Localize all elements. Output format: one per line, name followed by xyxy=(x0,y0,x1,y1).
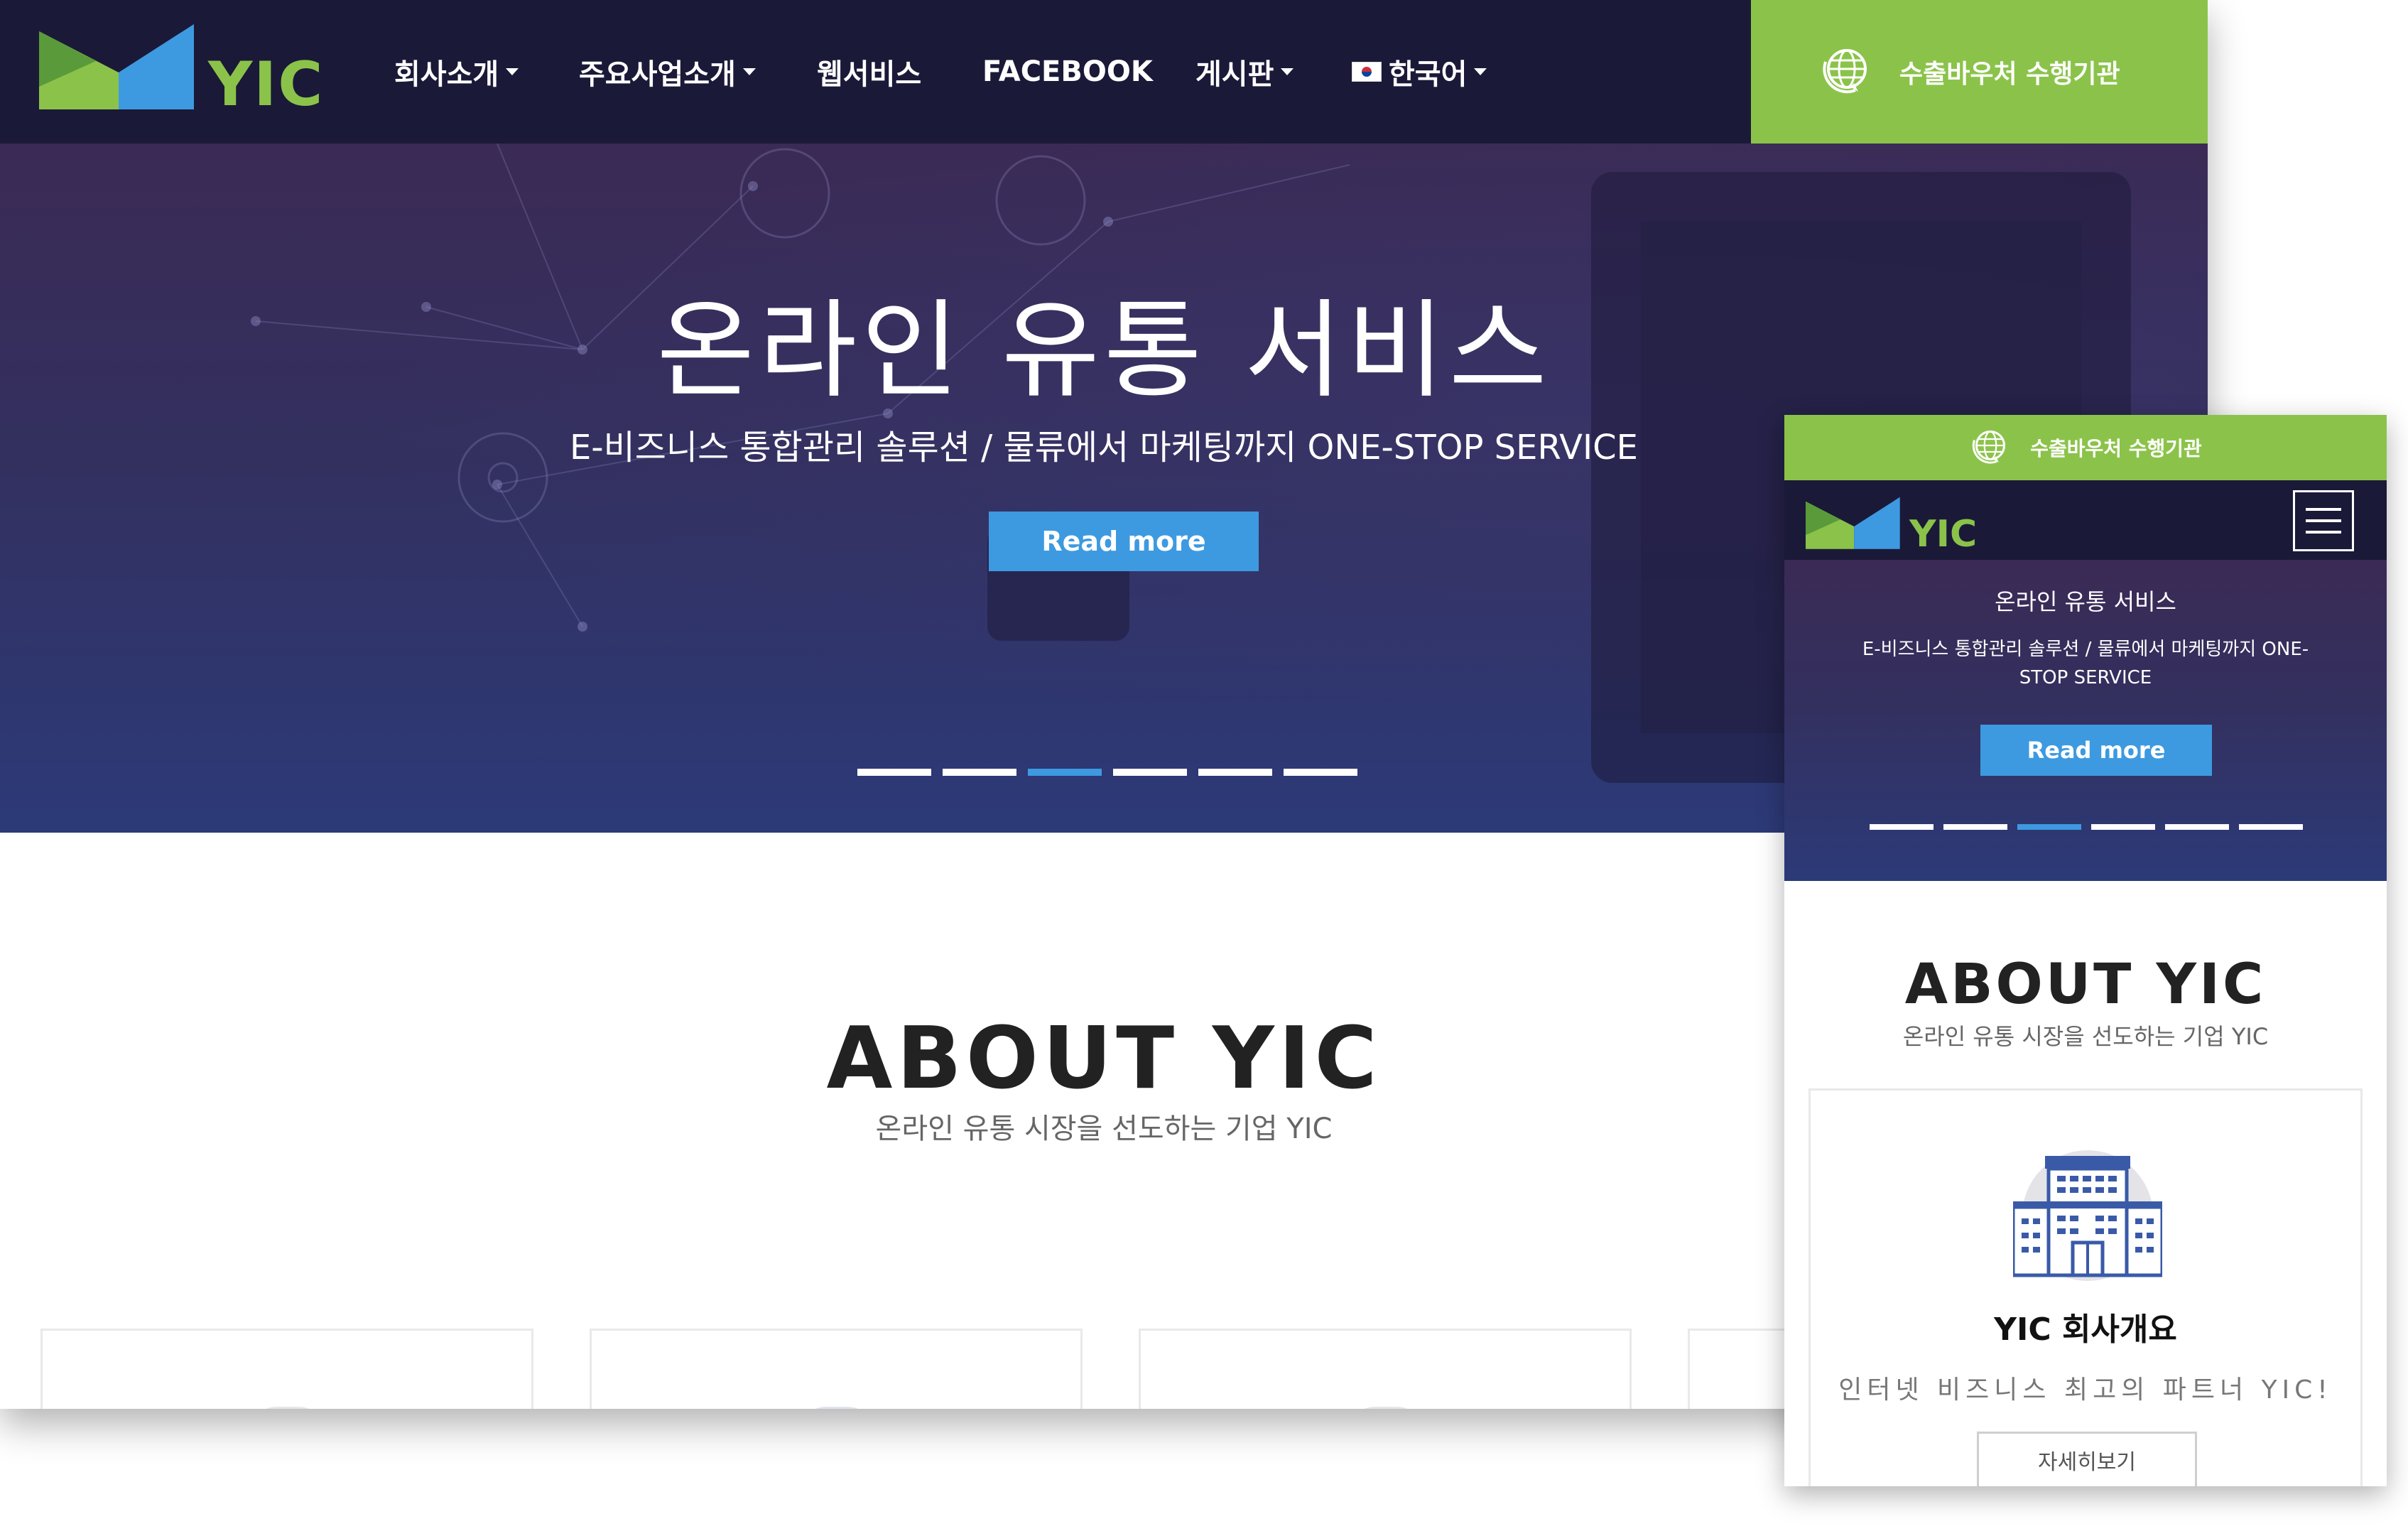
nav-item-label: 웹서비스 xyxy=(817,58,922,91)
card-description: 인터넷 비즈니스 최고의 파트너 YIC! xyxy=(1838,1375,2333,1405)
building-icon xyxy=(2011,1150,2164,1288)
nav-item-language[interactable]: 한국어 xyxy=(1352,0,1487,144)
hero-title: 온라인 유통 서비스 xyxy=(1995,588,2176,615)
slider-dot-1[interactable] xyxy=(857,769,931,776)
nav-item-company[interactable]: 회사소개 xyxy=(394,0,519,144)
nav-item-facebook[interactable]: FACEBOOK xyxy=(982,0,1153,144)
feature-card[interactable] xyxy=(1139,1329,1632,1409)
voucher-label: 수출바우처 수행기관 xyxy=(1899,60,2120,89)
caret-down-icon xyxy=(506,68,519,75)
hero-subtitle: E-비즈니스 통합관리 솔루션 / 물류에서 마케팅까지 ONE-STOP SE… xyxy=(1862,639,2309,689)
mobile-mockup: 수출바우처 수행기관 YIC 온라인 유통 서비스 E-비즈니스 통합관리 솔루… xyxy=(1784,415,2387,1486)
caret-down-icon xyxy=(1281,68,1294,75)
voucher-label: 수출바우처 수행기관 xyxy=(2030,437,2202,460)
card-icon-placeholder xyxy=(249,1407,327,1409)
read-more-button[interactable]: Read more xyxy=(989,512,1259,571)
export-voucher-banner[interactable]: 수출바우처 수행기관 xyxy=(1751,0,2208,144)
logo-text: YIC xyxy=(208,49,325,120)
logo-mark-icon xyxy=(39,24,194,109)
mobile-navbar: YIC xyxy=(1784,480,2387,560)
feature-card[interactable] xyxy=(40,1329,533,1409)
card-icon-placeholder xyxy=(798,1407,876,1409)
slider-dot-1[interactable] xyxy=(1870,824,1934,830)
about-subtitle: 온라인 유통 시장을 선도하는 기업 YIC xyxy=(1902,1023,2269,1050)
nav-item-business[interactable]: 주요사업소개 xyxy=(579,0,756,144)
site-logo[interactable]: YIC xyxy=(39,23,322,115)
site-logo[interactable]: YIC xyxy=(1806,496,1990,553)
korea-flag-icon xyxy=(1352,62,1382,82)
slider-pagination xyxy=(1870,824,2303,830)
slider-dot-6[interactable] xyxy=(1284,769,1357,776)
about-title: ABOUT YIC xyxy=(1904,953,2267,1017)
slider-dot-2[interactable] xyxy=(943,769,1016,776)
slider-dot-5[interactable] xyxy=(2165,824,2229,830)
slider-dot-2[interactable] xyxy=(1943,824,2007,830)
slider-dot-3[interactable] xyxy=(1028,769,1102,776)
feature-card[interactable] xyxy=(590,1329,1083,1409)
company-overview-card: YIC 회사개요 인터넷 비즈니스 최고의 파트너 YIC! 자세히보기 xyxy=(1808,1088,2363,1486)
nav-item-label: 주요사업소개 xyxy=(579,58,736,91)
read-more-button[interactable]: Read more xyxy=(1980,725,2212,776)
caret-down-icon xyxy=(742,68,756,75)
card-icon-placeholder xyxy=(1347,1407,1425,1409)
nav-item-label: 한국어 xyxy=(1389,58,1468,91)
caret-down-icon xyxy=(1474,68,1487,75)
nav-item-label: 회사소개 xyxy=(394,58,499,91)
logo-mark-icon xyxy=(1806,497,1900,549)
nav-item-board[interactable]: 게시판 xyxy=(1195,0,1294,144)
mobile-export-voucher-banner[interactable]: 수출바우처 수행기관 xyxy=(1784,415,2387,480)
mobile-hero-slider: 온라인 유통 서비스 E-비즈니스 통합관리 솔루션 / 물류에서 마케팅까지 … xyxy=(1784,560,2387,881)
slider-dot-3[interactable] xyxy=(2017,824,2081,830)
view-details-button[interactable]: 자세히보기 xyxy=(1977,1432,2197,1486)
slider-dot-4[interactable] xyxy=(2091,824,2155,830)
globe-icon xyxy=(1818,40,1875,104)
hero-title: 온라인 유통 서비스 xyxy=(656,289,1551,413)
card-title: YIC 회사개요 xyxy=(1994,1311,2177,1348)
slider-dot-5[interactable] xyxy=(1198,769,1272,776)
globe-icon xyxy=(1969,424,2012,472)
hamburger-menu-icon[interactable] xyxy=(2293,490,2354,551)
nav-item-label: 게시판 xyxy=(1195,58,1274,91)
slider-dot-6[interactable] xyxy=(2239,824,2303,830)
logo-text: YIC xyxy=(1909,513,1978,556)
top-navbar: YIC 회사소개 주요사업소개 웹서비스 FACEBOOK 게시판 한국어 수출… xyxy=(0,0,2208,144)
nav-item-label: FACEBOOK xyxy=(982,55,1153,88)
slider-pagination xyxy=(857,769,1357,776)
nav-item-web-service[interactable]: 웹서비스 xyxy=(817,0,921,144)
slider-dot-4[interactable] xyxy=(1113,769,1187,776)
